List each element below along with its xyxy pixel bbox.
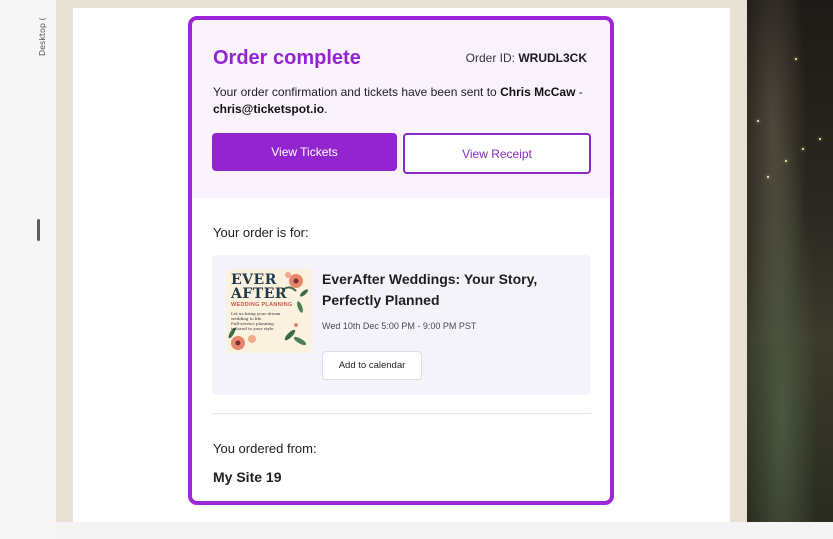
editor-left-rail: Desktop ( bbox=[0, 0, 56, 539]
device-label: Desktop ( bbox=[38, 17, 47, 56]
customer-email: chris@ticketspot.io bbox=[213, 102, 325, 116]
resize-handle[interactable] bbox=[37, 219, 40, 241]
period: . bbox=[324, 102, 328, 116]
name-email-separator: - bbox=[575, 85, 583, 99]
thumbnail-line-2: AFTER bbox=[231, 286, 288, 302]
view-tickets-button[interactable]: View Tickets bbox=[212, 133, 397, 171]
event-date: Wed 10th Dec 5:00 PM - 9:00 PM PST bbox=[322, 321, 477, 331]
event-title: EverAfter Weddings: Your Story, Perfectl… bbox=[322, 271, 538, 308]
confirmation-prefix: Your order confirmation and tickets have… bbox=[213, 85, 497, 99]
thumbnail-subtitle: WEDDING PLANNING bbox=[231, 302, 293, 308]
customer-name: Chris McCaw bbox=[500, 85, 576, 99]
seller-name: My Site 19 bbox=[213, 469, 282, 485]
canvas-bottom-bar bbox=[56, 522, 833, 539]
confirmation-message: Your order confirmation and tickets have… bbox=[213, 84, 593, 118]
thumbnail-body-2: Full-service planning tailored to your s… bbox=[231, 321, 275, 331]
order-id-label: Order ID: bbox=[465, 51, 515, 65]
thumbnail-body-1: Let us bring your dream wedding to life. bbox=[231, 311, 281, 321]
section-divider bbox=[212, 413, 591, 414]
order-confirmation-card: Order complete Order ID: WRUDL3CK Your o… bbox=[188, 16, 614, 505]
order-for-heading: Your order is for: bbox=[213, 225, 309, 240]
page-title: Order complete bbox=[213, 47, 361, 69]
background-photo bbox=[747, 0, 833, 522]
add-to-calendar-button[interactable]: Add to calendar bbox=[322, 351, 422, 380]
order-id: Order ID: WRUDL3CK bbox=[466, 51, 587, 65]
event-card: EVER AFTER WEDDING PLANNING Let us bring … bbox=[212, 255, 591, 395]
event-thumbnail: EVER AFTER WEDDING PLANNING Let us bring … bbox=[226, 269, 311, 353]
ordered-from-heading: You ordered from: bbox=[213, 441, 317, 456]
order-id-value: WRUDL3CK bbox=[518, 51, 587, 65]
view-receipt-button[interactable]: View Receipt bbox=[403, 133, 591, 174]
order-summary-header: Order complete Order ID: WRUDL3CK Your o… bbox=[192, 20, 610, 198]
